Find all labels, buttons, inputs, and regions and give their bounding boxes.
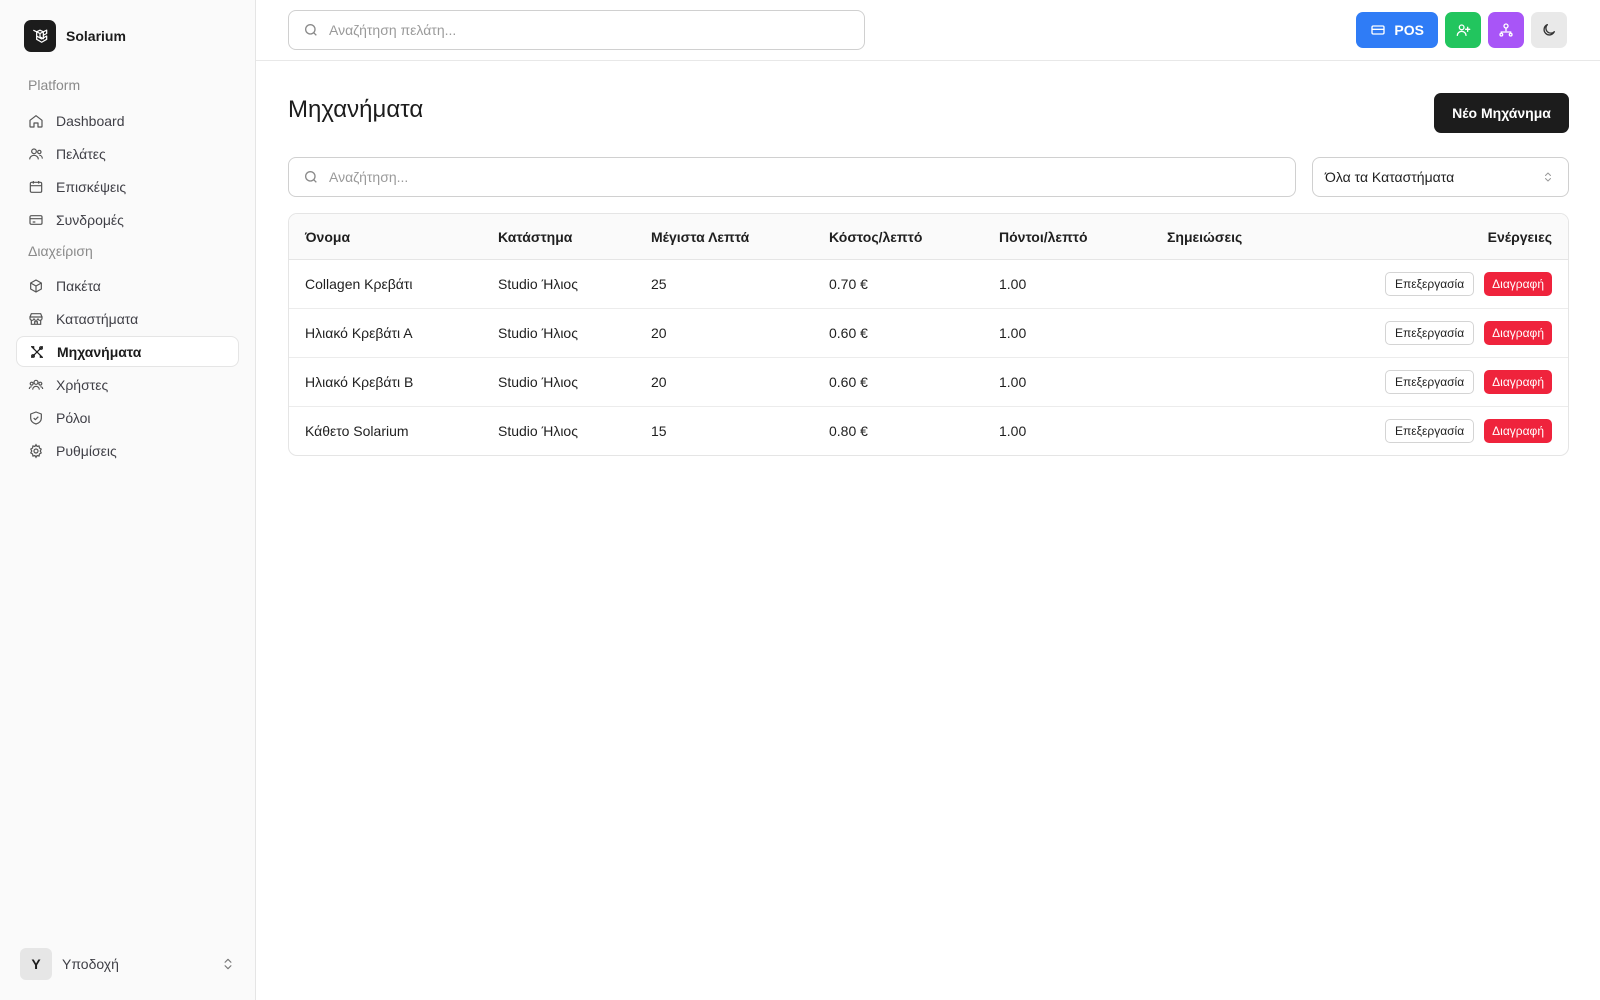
- moon-icon: [1543, 24, 1555, 36]
- gear-icon: [30, 443, 42, 458]
- header-name[interactable]: Όνομα: [305, 214, 350, 260]
- users-icon: [29, 147, 43, 159]
- nav-group-management: Διαχείριση: [28, 243, 93, 259]
- dark-mode-toggle[interactable]: [1531, 12, 1567, 48]
- card-icon: [1371, 25, 1386, 35]
- table-row: Ηλιακό Κρεβάτι Α Studio Ήλιος 20 0.60 € …: [289, 309, 1568, 358]
- topbar: POS: [256, 0, 1600, 61]
- cell-max-minutes: 20: [651, 325, 667, 341]
- avatar: Y: [20, 948, 52, 980]
- sidebar-item-visits[interactable]: Επισκέψεις: [16, 171, 239, 202]
- header-points[interactable]: Πόντοι/λεπτό: [999, 214, 1088, 260]
- sidebar-item-settings[interactable]: Ρυθμίσεις: [16, 435, 239, 466]
- header-cost[interactable]: Κόστος/λεπτό: [829, 214, 922, 260]
- delete-button[interactable]: Διαγραφή: [1484, 370, 1552, 394]
- header-actions: Ενέργειες: [1487, 229, 1552, 245]
- user-group-icon: [28, 379, 44, 390]
- users-network-icon: [1499, 23, 1513, 37]
- row-actions: Επεξεργασία Διαγραφή: [1385, 370, 1552, 394]
- top-actions: POS: [1356, 12, 1567, 48]
- cell-cost: 0.80 €: [829, 423, 868, 439]
- customer-search-input[interactable]: [329, 22, 864, 38]
- edit-button[interactable]: Επεξεργασία: [1385, 272, 1475, 296]
- chevron-up-down-icon: [1545, 172, 1551, 182]
- edit-button[interactable]: Επεξεργασία: [1385, 321, 1475, 345]
- table-header: Όνομα Κατάστημα Μέγιστα Λεπτά Κόστος/λεπ…: [289, 214, 1568, 260]
- edit-button[interactable]: Επεξεργασία: [1385, 419, 1475, 443]
- table-row: Ηλιακό Κρεβάτι Β Studio Ήλιος 20 0.60 € …: [289, 358, 1568, 407]
- sidebar-item-machines[interactable]: Μηχανήματα: [16, 336, 239, 367]
- sidebar-item-dashboard[interactable]: Dashboard: [16, 105, 239, 136]
- credit-card-icon: [29, 214, 43, 225]
- tools-icon: [31, 345, 43, 358]
- chevron-up-down-icon: [224, 958, 232, 970]
- cell-max-minutes: 25: [651, 276, 667, 292]
- sidebar-item-packages[interactable]: Πακέτα: [16, 270, 239, 301]
- delete-button[interactable]: Διαγραφή: [1484, 321, 1552, 345]
- cell-store: Studio Ήλιος: [498, 423, 578, 439]
- header-max-minutes[interactable]: Μέγιστα Λεπτά: [651, 214, 749, 260]
- header-notes[interactable]: Σημειώσεις: [1167, 214, 1242, 260]
- store-filter-select[interactable]: Όλα τα Καταστήματα: [1312, 157, 1569, 197]
- cell-name: Ηλιακό Κρεβάτι Α: [305, 325, 413, 341]
- sidebar-item-subscriptions[interactable]: Συνδρομές: [16, 204, 239, 235]
- network-button[interactable]: [1488, 12, 1524, 48]
- sidebar: Solarium Platform Dashboard Πελάτες Επισ…: [0, 0, 256, 1000]
- table-row: Collagen Κρεβάτι Studio Ήλιος 25 0.70 € …: [289, 260, 1568, 309]
- store-icon: [29, 312, 43, 325]
- laravel-logo-icon: [24, 20, 56, 52]
- cell-store: Studio Ήλιος: [498, 374, 578, 390]
- cell-max-minutes: 15: [651, 423, 667, 439]
- cell-cost: 0.60 €: [829, 374, 868, 390]
- sidebar-item-stores[interactable]: Καταστήματα: [16, 303, 239, 334]
- machine-search-input[interactable]: [329, 169, 1295, 185]
- new-machine-button[interactable]: Νέο Μηχάνημα: [1434, 93, 1569, 133]
- app-name: Solarium: [66, 28, 126, 44]
- cell-cost: 0.70 €: [829, 276, 868, 292]
- brand[interactable]: Solarium: [24, 20, 126, 52]
- header-store[interactable]: Κατάστημα: [498, 214, 572, 260]
- sidebar-item-roles[interactable]: Ρόλοι: [16, 402, 239, 433]
- table-row: Κάθετο Solarium Studio Ήλιος 15 0.80 € 1…: [289, 407, 1568, 455]
- cell-name: Κάθετο Solarium: [305, 423, 409, 439]
- store-filter-value: Όλα τα Καταστήματα: [1325, 169, 1455, 185]
- shield-icon: [30, 410, 42, 425]
- machines-table: Όνομα Κατάστημα Μέγιστα Λεπτά Κόστος/λεπ…: [288, 213, 1569, 456]
- customer-search[interactable]: [288, 10, 865, 50]
- row-actions: Επεξεργασία Διαγραφή: [1385, 419, 1552, 443]
- sidebar-item-customers[interactable]: Πελάτες: [16, 138, 239, 169]
- cell-name: Collagen Κρεβάτι: [305, 276, 413, 292]
- cell-points: 1.00: [999, 423, 1027, 439]
- cell-cost: 0.60 €: [829, 325, 868, 341]
- row-actions: Επεξεργασία Διαγραφή: [1385, 272, 1552, 296]
- search-icon: [305, 24, 317, 36]
- pos-button[interactable]: POS: [1356, 12, 1438, 48]
- cell-store: Studio Ήλιος: [498, 276, 578, 292]
- user-name: Υποδοχή: [62, 956, 119, 972]
- row-actions: Επεξεργασία Διαγραφή: [1385, 321, 1552, 345]
- delete-button[interactable]: Διαγραφή: [1484, 272, 1552, 296]
- user-menu[interactable]: Y Υποδοχή: [20, 948, 235, 980]
- home-icon: [29, 114, 43, 128]
- cell-points: 1.00: [999, 374, 1027, 390]
- page-title: Μηχανήματα: [288, 96, 424, 123]
- package-icon: [30, 278, 42, 293]
- cell-max-minutes: 20: [651, 374, 667, 390]
- sidebar-item-users[interactable]: Χρήστες: [16, 369, 239, 400]
- calendar-icon: [29, 180, 43, 193]
- edit-button[interactable]: Επεξεργασία: [1385, 370, 1475, 394]
- search-icon: [305, 171, 317, 183]
- cell-points: 1.00: [999, 276, 1027, 292]
- delete-button[interactable]: Διαγραφή: [1484, 419, 1552, 443]
- machine-search[interactable]: [288, 157, 1296, 197]
- nav-group-platform: Platform: [28, 77, 81, 93]
- cell-points: 1.00: [999, 325, 1027, 341]
- cell-store: Studio Ήλιος: [498, 325, 578, 341]
- cell-name: Ηλιακό Κρεβάτι Β: [305, 374, 414, 390]
- user-plus-icon: [1456, 24, 1471, 36]
- add-customer-button[interactable]: [1445, 12, 1481, 48]
